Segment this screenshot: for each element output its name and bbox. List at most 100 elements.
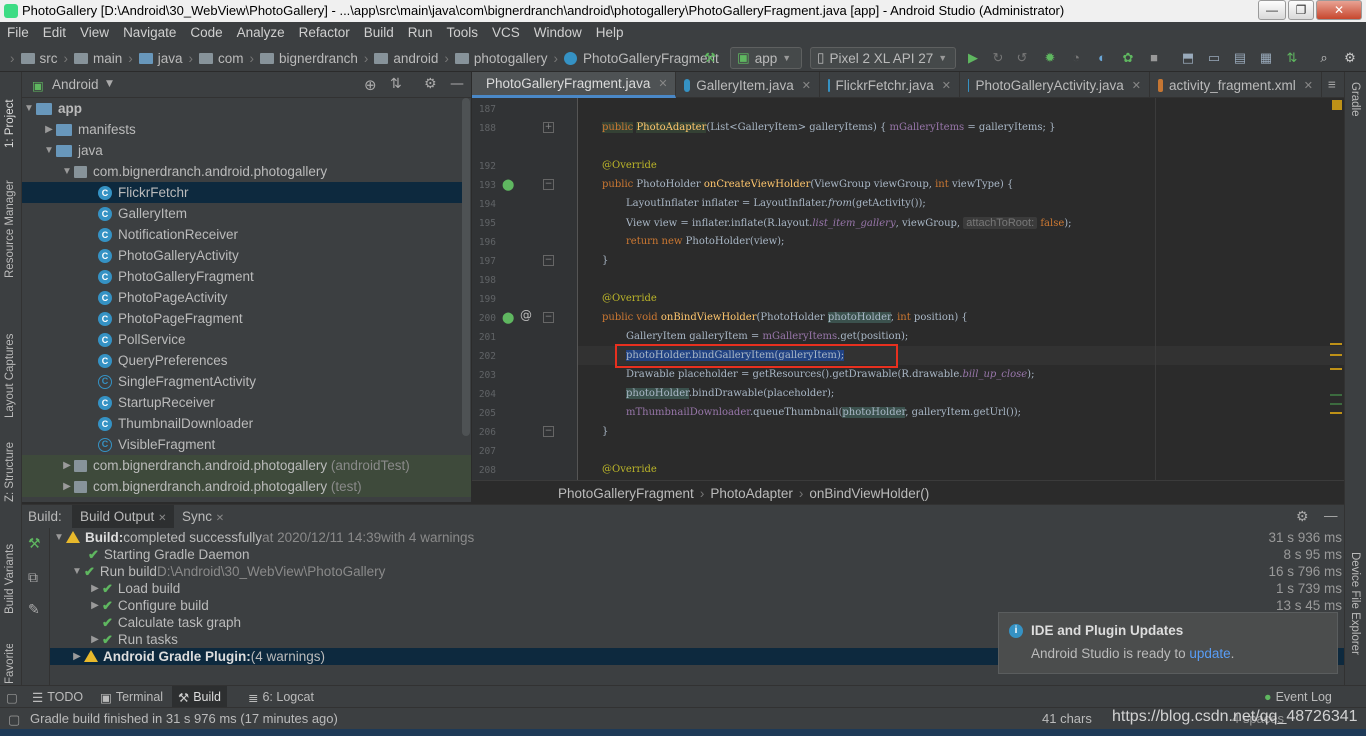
build-row[interactable]: ▼ ✔ Run build D:\Android\30_WebView\PhotoG… [50,563,1344,580]
expand-icon[interactable]: ▼ [22,103,36,114]
error-stripe-mark[interactable] [1330,394,1342,396]
code-editor[interactable]: 187 188 192 193 194 195 196 197 198 199 … [472,98,1344,480]
crumb-bignerdranch[interactable]: bignerdranch [279,51,358,66]
annotation-marker-icon[interactable]: @ [520,308,532,322]
build-row[interactable]: ▼ Build: completed successfully at 2020/1… [50,529,1344,546]
tree-item[interactable]: C SingleFragmentActivity [22,371,462,392]
crumb-android[interactable]: android [393,51,438,66]
expand-icon[interactable]: ▶ [70,651,84,662]
tab-photogalleryactivity[interactable]: PhotoGalleryActivity.java ✕ [960,72,1150,98]
warning-indicator-icon[interactable] [1332,100,1342,110]
hammer-icon[interactable]: ⚒ [702,50,718,66]
crumb-photogallery[interactable]: photogallery [474,51,548,66]
locate-icon[interactable]: ⊕ [364,76,377,94]
search-icon[interactable]: ⌕ [1316,50,1332,66]
fold-icon[interactable]: + [543,122,554,133]
tab-terminal[interactable]: ▣ Terminal [94,686,169,708]
status-toggle-icon[interactable]: ▢ [8,712,20,728]
hammer-icon[interactable]: ⚒ [28,536,41,552]
tab-photogalleryfragment[interactable]: PhotoGalleryFragment.java ✕ [472,72,676,98]
avd-icon[interactable]: ✿ [1120,50,1136,66]
tab-activity-fragment-xml[interactable]: activity_fragment.xml ✕ [1150,72,1322,98]
tab-list-icon[interactable]: ≡ [1328,77,1336,92]
build-row[interactable]: ✔ Starting Gradle Daemon 8 s 95 ms [50,546,1344,563]
gear-icon[interactable]: ⚙ [424,76,437,92]
tree-item[interactable]: ▼ java [22,140,462,161]
maximize-button[interactable]: ❐ [1288,0,1314,20]
tab-sync[interactable]: Sync ✕ [182,509,224,524]
toggle-view-icon[interactable]: ⧉ [28,570,38,586]
tool-structure[interactable]: Z: Structure [4,432,16,502]
fold-icon[interactable]: − [543,426,554,437]
error-stripe-mark[interactable] [1330,343,1342,345]
crumb-method[interactable]: onBindViewHolder() [809,486,929,501]
fold-icon[interactable]: − [543,312,554,323]
update-notification[interactable]: i IDE and Plugin Updates Android Studio … [998,612,1338,674]
menu-run[interactable]: Run [401,22,440,44]
tool-gradle[interactable]: Gradle [1349,82,1361,142]
crumb-file[interactable]: PhotoGalleryFragment [583,51,719,66]
menu-code[interactable]: Code [183,22,229,44]
tab-flickrfetchr[interactable]: FlickrFetchr.java ✕ [820,72,960,98]
toggle-panels-icon[interactable]: ▢ [6,690,18,705]
sync-icon[interactable]: ⇅ [1284,50,1300,66]
tree-item[interactable]: ▼ com.bignerdranch.android.photogallery [22,161,462,182]
expand-icon[interactable]: ▶ [88,600,102,611]
fold-icon[interactable]: − [543,255,554,266]
structure-icon[interactable]: ▦ [1258,50,1274,66]
tab-build-output[interactable]: Build Output ✕ [72,505,175,529]
menu-edit[interactable]: Edit [36,22,73,44]
crumb-com[interactable]: com [218,51,244,66]
tree-item[interactable]: C PhotoGalleryFragment [22,266,462,287]
gear-icon[interactable]: ⚙ [1296,508,1309,525]
tree-item[interactable]: C NotificationReceiver [22,224,462,245]
expand-icon[interactable]: ▼ [52,532,66,543]
expand-icon[interactable]: ▶ [88,583,102,594]
fold-icon[interactable]: − [543,179,554,190]
close-icon[interactable]: ✕ [942,79,951,92]
expand-icon[interactable]: ▶ [60,460,74,471]
crumb-java[interactable]: java [158,51,183,66]
tool-build-variants[interactable]: Build Variants [4,534,16,614]
expand-icon[interactable]: ▶ [88,634,102,645]
crumb-src[interactable]: src [40,51,58,66]
close-icon[interactable]: ✕ [658,77,667,90]
apply-changes-icon[interactable]: ↻ [990,50,1006,66]
tree-item[interactable]: C VisibleFragment [22,434,462,455]
menu-help[interactable]: Help [589,22,631,44]
close-icon[interactable]: ✕ [158,513,166,524]
menu-view[interactable]: View [73,22,116,44]
collapse-icon[interactable]: ⇅ [390,76,402,92]
menu-file[interactable]: File [0,22,36,44]
tree-item[interactable]: C QueryPreferences [22,350,462,371]
tool-device-file-explorer[interactable]: Device File Explorer [1349,552,1361,682]
tree-item[interactable]: C PollService [22,329,462,350]
tool-project[interactable]: 1: Project [4,78,16,148]
dropdown-icon[interactable]: ▼ [106,79,113,89]
error-stripe-mark[interactable] [1330,368,1342,370]
tree-item[interactable]: C PhotoPageFragment [22,308,462,329]
tree-item[interactable]: C PhotoPageActivity [22,287,462,308]
project-view-select[interactable]: Android [52,77,99,92]
tree-item[interactable]: C GalleryItem [22,203,462,224]
tree-item[interactable]: C ThumbnailDownloader [22,413,462,434]
close-icon[interactable]: ✕ [802,79,811,92]
tab-logcat[interactable]: ≣ 6: Logcat [242,686,320,708]
close-button[interactable]: ✕ [1316,0,1362,20]
tab-galleryitem[interactable]: GalleryItem.java ✕ [676,72,820,98]
menu-refactor[interactable]: Refactor [292,22,357,44]
build-row[interactable]: ▶ ✔ Load build 1 s 739 ms [50,580,1344,597]
close-icon[interactable]: ✕ [1132,79,1141,92]
error-stripe-mark[interactable] [1330,403,1342,405]
device-manager-icon[interactable]: ▭ [1206,50,1222,66]
tool-resource-manager[interactable]: Resource Manager [4,168,16,278]
layout-inspector-icon[interactable]: ▤ [1232,50,1248,66]
menu-analyze[interactable]: Analyze [230,22,292,44]
settings-icon[interactable]: ⚙ [1342,50,1358,66]
sdk-manager-icon[interactable]: ⬒ [1180,50,1196,66]
menu-vcs[interactable]: VCS [485,22,527,44]
run-config-select[interactable]: ▣ app ▼ [730,47,802,69]
expand-icon[interactable]: ▶ [42,124,56,135]
error-stripe-mark[interactable] [1330,412,1342,414]
close-icon[interactable]: ✕ [216,513,224,524]
